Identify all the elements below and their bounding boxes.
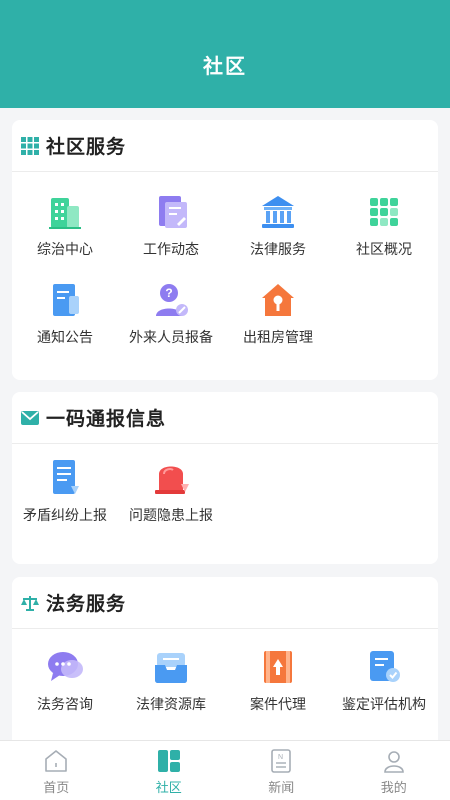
service-item-visitor-registration[interactable]: ? 外来人员报备 [118, 280, 224, 364]
section-header: 法务服务 [12, 577, 438, 629]
courthouse-icon [258, 192, 298, 232]
report-info-card: 一码通报信息 矛盾纠纷上报 问题隐患上报 [12, 392, 438, 564]
tab-label: 我的 [380, 781, 407, 796]
house-key-icon [258, 280, 298, 320]
mail-icon [20, 408, 40, 428]
notice-doc-icon [45, 280, 85, 320]
service-item-legal-consultation[interactable]: 法务咨询 [12, 647, 118, 731]
item-label: 法律服务 [250, 242, 306, 258]
inbox-tray-icon [151, 647, 191, 687]
service-item-rental-management[interactable]: 出租房管理 [225, 280, 331, 364]
service-item-dispute-report[interactable]: 矛盾纠纷上报 [12, 458, 118, 542]
section-header: 一码通报信息 [12, 392, 438, 444]
home-icon [42, 747, 70, 775]
section-title: 一码通报信息 [46, 408, 167, 430]
item-label: 通知公告 [37, 330, 93, 346]
chat-bubble-icon [45, 647, 85, 687]
user-icon [380, 747, 408, 775]
service-item-appraisal-institutions[interactable]: 鉴定评估机构 [331, 647, 437, 731]
service-item-notices[interactable]: 通知公告 [12, 280, 118, 364]
tab-home[interactable]: 首页 [0, 741, 113, 800]
item-label: 工作动态 [143, 242, 199, 258]
grid-apps-icon [364, 192, 404, 232]
item-label: 综治中心 [37, 242, 93, 258]
community-services-card: 社区服务 综治中心 工作动态 法律服务 社区概况 通知公告 ? 外来人员报备 出… [12, 120, 438, 380]
tab-profile[interactable]: 我的 [338, 741, 450, 800]
alarm-light-icon [151, 458, 191, 498]
service-item-community-overview[interactable]: 社区概况 [331, 192, 437, 276]
case-folder-icon [258, 647, 298, 687]
document-edit-icon [151, 192, 191, 232]
item-label: 鉴定评估机构 [342, 697, 426, 713]
report-doc-icon [45, 458, 85, 498]
page-title: 社区 [203, 54, 247, 78]
item-label: 外来人员报备 [129, 330, 213, 346]
item-label: 案件代理 [250, 697, 306, 713]
bottom-tab-bar: 首页 社区 N 新闻 我的 [0, 740, 450, 800]
section-header: 社区服务 [12, 120, 438, 172]
section-title: 社区服务 [46, 136, 127, 158]
tab-community[interactable]: 社区 [113, 741, 226, 800]
service-item-governance-center[interactable]: 综治中心 [12, 192, 118, 276]
content-scroll[interactable]: 社区服务 综治中心 工作动态 法律服务 社区概况 通知公告 ? 外来人员报备 出… [0, 108, 450, 740]
section-title: 法务服务 [46, 593, 127, 615]
tab-news[interactable]: N 新闻 [225, 741, 338, 800]
item-label: 法务咨询 [37, 697, 93, 713]
service-item-case-agency[interactable]: 案件代理 [225, 647, 331, 731]
tab-label: 新闻 [268, 781, 295, 796]
building-icon [45, 192, 85, 232]
scales-icon [20, 593, 40, 613]
visitor-question-icon: ? [151, 280, 191, 320]
item-label: 法律资源库 [136, 697, 206, 713]
service-item-legal-resources[interactable]: 法律资源库 [118, 647, 224, 731]
tab-label: 社区 [155, 781, 182, 796]
item-label: 社区概况 [356, 242, 412, 258]
header-bar: 社区 [0, 0, 450, 108]
service-item-work-updates[interactable]: 工作动态 [118, 192, 224, 276]
item-label: 出租房管理 [243, 330, 313, 346]
service-item-hazard-report[interactable]: 问题隐患上报 [118, 458, 224, 542]
grid-icon [20, 136, 40, 156]
service-item-legal-services[interactable]: 法律服务 [225, 192, 331, 276]
appraisal-doc-icon [364, 647, 404, 687]
item-label: 问题隐患上报 [129, 508, 213, 524]
item-label: 矛盾纠纷上报 [23, 508, 107, 524]
legal-affairs-card: 法务服务 法务咨询 法律资源库 案件代理 鉴定评估机构 [12, 577, 438, 740]
community-icon [155, 747, 183, 775]
news-icon: N [267, 747, 295, 775]
tab-label: 首页 [43, 781, 70, 796]
svg-text:N: N [278, 754, 283, 761]
svg-text:?: ? [165, 286, 172, 300]
